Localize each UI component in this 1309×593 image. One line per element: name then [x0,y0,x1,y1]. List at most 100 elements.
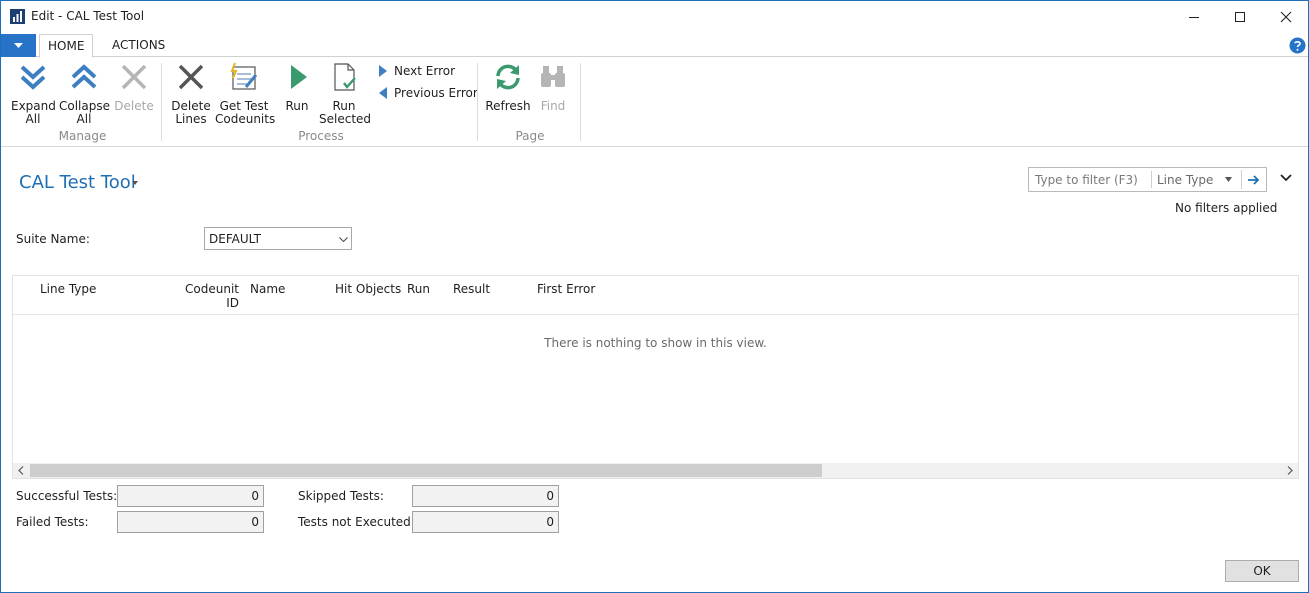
delete-button[interactable]: Delete [114,61,154,113]
chevron-down-icon [339,237,348,242]
tab-actions[interactable]: ACTIONS [104,34,173,57]
expand-all-label-1: Expand [11,99,56,113]
collapse-all-button[interactable]: Collapse All [59,61,110,126]
apply-filter-button[interactable] [1241,170,1266,189]
skipped-tests-label: Skipped Tests: [298,489,384,503]
next-error-icon [379,65,387,77]
delete-lines-label-2: Lines [175,112,207,126]
get-test-codeunits-icon [230,62,258,90]
previous-error-icon [379,87,387,99]
empty-view-message: There is nothing to show in this view. [544,336,767,350]
column-id-label: ID [226,296,239,310]
collapse-all-icon [71,64,97,89]
previous-error-label: Previous Error [394,86,478,100]
expand-all-label-2: All [25,112,41,126]
ribbon-tab-bar: HOME ACTIONS [1,32,1308,58]
dialog-window: Edit - CAL Test Tool HOME ACTIONS Expand… [0,0,1309,593]
arrow-right-icon [1248,174,1260,185]
scrollbar-thumb[interactable] [30,464,822,477]
column-hit-objects[interactable]: Hit Objects [335,282,401,296]
ribbon: Expand All Collapse All Delete Manage De… [1,57,1308,147]
filter-field-select[interactable]: Line Type [1157,173,1213,187]
next-error-label: Next Error [394,64,456,78]
expand-all-button[interactable]: Expand All [11,61,56,126]
run-selected-icon [334,63,356,91]
window-title: Edit - CAL Test Tool [31,9,145,23]
delete-lines-label-1: Delete [171,99,211,113]
run-selected-button[interactable]: Run Selected [319,61,372,126]
suite-name-label: Suite Name: [16,232,90,246]
close-icon [1280,11,1292,22]
run-label: Run [285,99,309,113]
expand-all-icon [20,65,46,90]
minimize-icon [1189,16,1199,18]
ribbon-separator [161,63,162,141]
suite-name-value: DEFAULT [209,232,261,246]
app-menu-button[interactable] [1,34,36,57]
delete-icon [121,64,147,90]
successful-tests-value: 0 [117,485,264,507]
ribbon-separator [477,63,478,141]
column-name[interactable]: Name [250,282,285,296]
ok-button[interactable]: OK [1225,560,1299,582]
tests-not-executed-label: Tests not Executed: [298,515,415,529]
page-title[interactable]: CAL Test Tool [19,172,136,193]
group-label-manage: Manage [58,129,107,143]
test-lines-grid: Line Type Codeunit ID Name Hit Objects R… [12,275,1299,479]
run-selected-label-1: Run [332,99,356,113]
suite-name-select[interactable]: DEFAULT [204,227,352,250]
run-icon [291,65,307,89]
run-button[interactable]: Run [282,61,312,113]
column-codeunit-id[interactable]: Codeunit ID [179,282,239,310]
tests-not-executed-value: 0 [412,511,559,533]
filter-status: No filters applied [1175,201,1278,215]
chevron-down-icon[interactable] [132,181,138,185]
maximize-icon [1235,11,1245,22]
refresh-button[interactable]: Refresh [485,61,531,113]
find-icon [541,66,565,87]
close-button[interactable] [1263,1,1309,32]
column-first-error[interactable]: First Error [537,282,595,296]
filter-divider [1151,171,1152,188]
minimize-button[interactable] [1171,1,1217,32]
app-icon [10,9,25,24]
delete-label: Delete [114,99,154,113]
grid-header-divider [13,314,1298,315]
next-error-button[interactable]: Next Error [378,64,455,78]
previous-error-button[interactable]: Previous Error [378,86,478,100]
column-codeunit-label: Codeunit [185,282,239,296]
get-test-codeunits-button[interactable]: Get Test Codeunits [215,61,276,126]
column-run[interactable]: Run [407,282,430,296]
group-label-page: Page [515,129,545,143]
scroll-left-icon[interactable] [17,466,25,475]
horizontal-scrollbar[interactable] [13,463,1298,478]
chevron-down-icon[interactable] [1225,177,1232,182]
tab-home[interactable]: HOME [39,34,94,58]
delete-lines-icon [178,64,204,90]
column-result[interactable]: Result [453,282,490,296]
chevron-down-icon [14,43,23,48]
refresh-label: Refresh [485,99,531,113]
refresh-icon [496,64,520,90]
failed-tests-label: Failed Tests: [16,515,89,529]
filter-input[interactable]: Type to filter (F3) [1035,173,1138,187]
collapse-all-label-1: Collapse [59,99,110,113]
title-bar: Edit - CAL Test Tool [1,1,1308,32]
collapse-all-label-2: All [76,112,92,126]
group-label-process: Process [298,129,344,143]
skipped-tests-value: 0 [412,485,559,507]
help-icon[interactable] [1289,37,1306,54]
chevron-down-icon[interactable] [1280,174,1292,182]
get-test-codeunits-label-1: Get Test [219,99,269,113]
maximize-button[interactable] [1217,1,1263,32]
filter-box: Type to filter (F3) Line Type [1028,167,1267,192]
get-test-codeunits-label-2: Codeunits [215,112,276,126]
delete-lines-button[interactable]: Delete Lines [170,61,212,126]
failed-tests-value: 0 [117,511,264,533]
column-line-type[interactable]: Line Type [40,282,96,296]
find-button[interactable]: Find [537,61,569,113]
scroll-right-icon[interactable] [1286,466,1294,475]
run-selected-label-2: Selected [319,112,372,126]
successful-tests-label: Successful Tests: [16,489,118,503]
ribbon-separator [580,63,581,141]
